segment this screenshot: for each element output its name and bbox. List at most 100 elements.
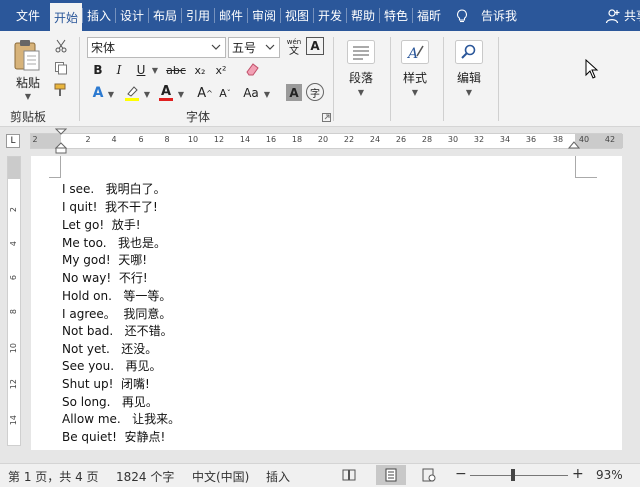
print-layout-button[interactable] [376, 465, 406, 485]
tab-foxit[interactable]: 福昕 [413, 0, 445, 31]
tell-me-search[interactable]: 告诉我 [455, 0, 517, 31]
italic-button[interactable]: I [110, 61, 128, 79]
tab-references[interactable]: 引用 [182, 0, 214, 31]
vertical-ruler-tick: 6 [9, 275, 18, 281]
tab-developer[interactable]: 开发 [314, 0, 346, 31]
character-border-button[interactable]: A [306, 37, 324, 55]
strikethrough-button[interactable]: abc [163, 61, 189, 79]
change-case-button[interactable]: Aa [240, 83, 262, 103]
ruler-tick: 36 [525, 135, 537, 144]
clear-formatting-button[interactable] [242, 59, 262, 79]
web-layout-icon[interactable] [422, 468, 436, 482]
font-size-combo[interactable]: 五号 [228, 37, 280, 58]
svg-text:A: A [406, 46, 418, 62]
format-painter-button[interactable] [52, 81, 70, 99]
phonetic-guide-button[interactable]: wén 文 [284, 35, 304, 59]
ruler-tick: 30 [447, 135, 459, 144]
paragraph-button[interactable] [344, 37, 378, 67]
font-size-value: 五号 [232, 41, 257, 55]
tab-review[interactable]: 审阅 [248, 0, 280, 31]
tab-insert[interactable]: 插入 [83, 0, 115, 31]
tab-mailings[interactable]: 邮件 [215, 0, 247, 31]
paste-button[interactable] [10, 37, 44, 73]
page-count[interactable]: 第 1 页，共 4 页 [8, 468, 99, 485]
document-line: No way! 不行! [62, 271, 148, 285]
vertical-scrollbar[interactable] [622, 156, 640, 450]
ruler-tick: 2 [32, 135, 38, 144]
editing-dropdown-icon[interactable]: ▼ [464, 87, 474, 97]
shrink-font-button[interactable]: Aˇ [216, 83, 234, 103]
document-line: I see. 我明白了。 [62, 182, 166, 196]
text-effects-dropdown-icon[interactable]: ▼ [106, 89, 116, 99]
tab-stop-selector[interactable]: L [6, 134, 20, 148]
document-page[interactable]: I see. 我明白了。 I quit! 我不干了! Let go! 放手! M… [31, 156, 622, 450]
zoom-in-button[interactable]: + [572, 466, 584, 482]
tab-layout[interactable]: 布局 [149, 0, 181, 31]
tab-home[interactable]: 开始 [50, 3, 82, 31]
styles-label[interactable]: 样式 [398, 69, 432, 85]
tab-file[interactable]: 文件 [6, 0, 50, 31]
zoom-level[interactable]: 93% [596, 468, 623, 482]
dialog-launcher-icon[interactable] [322, 113, 331, 122]
read-mode-icon[interactable] [342, 468, 356, 482]
zoom-slider-thumb[interactable] [511, 469, 515, 481]
text-effects-button[interactable]: A [89, 83, 107, 103]
tab-design[interactable]: 设计 [116, 0, 148, 31]
font-color-dropdown-icon[interactable]: ▼ [176, 89, 186, 99]
chevron-down-icon[interactable] [264, 41, 276, 53]
ruler-tick: 28 [421, 135, 433, 144]
zoom-slider-track[interactable] [470, 475, 568, 476]
font-color-button[interactable]: A [156, 83, 176, 103]
document-line: Hold on. 等一等。 [62, 289, 172, 303]
cut-button[interactable] [52, 37, 70, 55]
chevron-down-icon[interactable] [210, 41, 222, 53]
vertical-ruler-tick: 14 [9, 415, 18, 426]
tab-help[interactable]: 帮助 [347, 0, 379, 31]
phonetic-guide-bottom: 文 [289, 46, 299, 57]
enclose-characters-button[interactable]: 字 [306, 83, 324, 101]
document-line: I agree。 我同意。 [62, 307, 172, 321]
right-indent-marker-icon[interactable] [568, 141, 580, 149]
vertical-ruler[interactable]: 2 4 6 8 10 12 14 [7, 156, 21, 446]
paste-label[interactable]: 粘贴 [12, 74, 44, 90]
word-count[interactable]: 1824 个字 [116, 468, 174, 485]
editing-button[interactable] [452, 37, 486, 67]
ruler-tick: 26 [395, 135, 407, 144]
insert-mode[interactable]: 插入 [266, 468, 290, 485]
superscript-button[interactable]: x² [211, 61, 231, 79]
change-case-dropdown-icon[interactable]: ▼ [262, 89, 272, 99]
styles-dropdown-icon[interactable]: ▼ [410, 87, 420, 97]
underline-dropdown-icon[interactable]: ▼ [150, 65, 160, 75]
paste-dropdown-icon[interactable]: ▼ [22, 91, 34, 101]
bold-button[interactable]: B [89, 61, 107, 79]
highlight-dropdown-icon[interactable]: ▼ [142, 89, 152, 99]
indent-marker-icon[interactable] [55, 128, 67, 154]
subscript-button[interactable]: x₂ [190, 61, 210, 79]
person-add-icon [605, 8, 620, 23]
language-indicator[interactable]: 中文(中国) [192, 468, 249, 485]
share-button[interactable]: 共享 [605, 0, 640, 31]
character-shading-button[interactable]: A [286, 84, 302, 101]
font-name-combo[interactable]: 宋体 [87, 37, 226, 58]
document-line: Be quiet! 安静点! [62, 430, 166, 444]
document-line: See you. 再见。 [62, 359, 162, 373]
grow-font-button[interactable]: A ^ [196, 83, 214, 103]
tab-features[interactable]: 特色 [380, 0, 412, 31]
print-layout-icon [385, 468, 397, 482]
tab-view[interactable]: 视图 [281, 0, 313, 31]
editing-label[interactable]: 编辑 [452, 69, 486, 85]
ruler-tick: 18 [291, 135, 303, 144]
page-corner-mark [575, 156, 597, 178]
underline-button[interactable]: U [132, 61, 150, 79]
document-line: Allow me. 让我来。 [62, 412, 181, 426]
paragraph-label[interactable]: 段落 [344, 69, 378, 85]
document-line: Let go! 放手! [62, 218, 141, 232]
paragraph-dropdown-icon[interactable]: ▼ [356, 87, 366, 97]
zoom-out-button[interactable]: − [455, 466, 467, 482]
copy-button[interactable] [52, 59, 70, 77]
highlight-button[interactable] [122, 83, 142, 103]
horizontal-ruler[interactable]: 2 2 4 6 8 10 12 14 16 18 20 22 24 26 28 … [30, 133, 623, 149]
vertical-ruler-tick: 8 [9, 309, 18, 315]
styles-button[interactable]: A [398, 37, 432, 67]
clipboard-icon [14, 40, 40, 71]
